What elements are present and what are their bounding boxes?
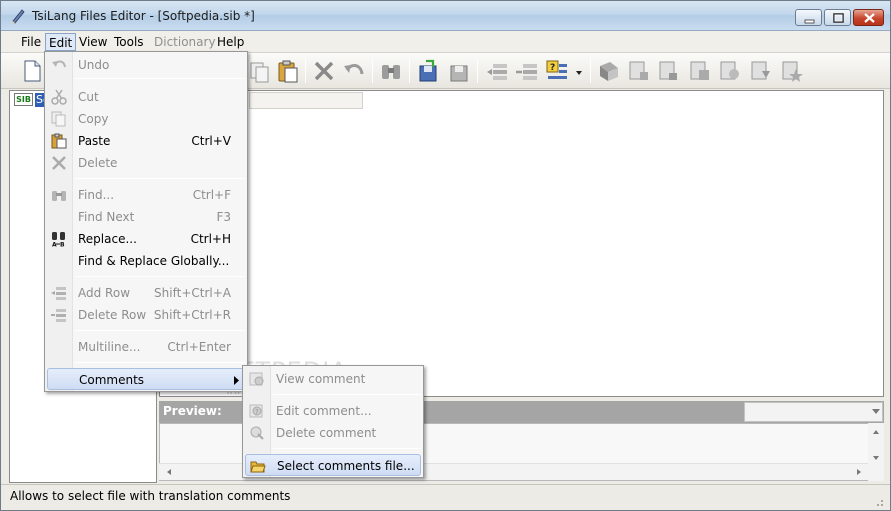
resize-grip-icon[interactable] <box>1 485 890 511</box>
preview-language-select[interactable] <box>744 402 883 422</box>
menu-bar: File Edit View Tools Dictionary Help <box>1 31 890 53</box>
edit-replace-item[interactable]: AB Replace... Ctrl+H <box>47 228 245 250</box>
delete-comment-icon <box>249 425 265 441</box>
paste-tool-icon[interactable] <box>275 58 301 84</box>
status-bar: Allows to select file with translation c… <box>1 484 890 510</box>
close-button[interactable] <box>853 9 884 26</box>
menu-tools[interactable]: Tools <box>111 33 147 51</box>
translate-tool-icon[interactable] <box>687 58 713 84</box>
menu-help[interactable]: Help <box>214 33 247 51</box>
restore-icon <box>833 13 844 23</box>
edit-paste-item[interactable]: Paste Ctrl+V <box>47 130 245 152</box>
paste-icon <box>51 133 67 149</box>
delete-icon <box>51 155 67 171</box>
download-tool-icon[interactable] <box>748 58 774 84</box>
tips-tool-icon[interactable] <box>717 58 743 84</box>
grid-column-header[interactable] <box>249 92 363 109</box>
close-icon <box>864 13 875 23</box>
window-title: TsiLang Files Editor - [Softpedia.sib *] <box>32 9 255 23</box>
minimize-button[interactable] <box>795 9 822 26</box>
save-tool-icon[interactable] <box>415 58 441 84</box>
menu-file[interactable]: File <box>18 33 44 51</box>
edit-add-row-item[interactable]: Add Row Shift+Ctrl+A <box>47 282 245 304</box>
highlight-tool-icon[interactable]: ? <box>544 58 570 84</box>
favorite-tool-icon[interactable] <box>779 58 805 84</box>
copy-icon <box>51 111 67 127</box>
menu-view[interactable]: View <box>76 33 110 51</box>
edit-comment-icon: ? <box>249 403 265 419</box>
edit-cut-item[interactable]: Cut <box>47 86 245 108</box>
menu-dictionary[interactable]: Dictionary <box>151 33 219 51</box>
delete-row-tool-icon[interactable] <box>514 58 540 84</box>
comments-edit-item[interactable]: ? Edit comment... <box>245 400 421 422</box>
dropdown-arrow-icon[interactable] <box>573 58 585 84</box>
add-row-icon <box>51 285 67 301</box>
comments-submenu: View comment ? Edit comment... Delete co… <box>242 365 424 478</box>
submenu-arrow-icon <box>234 374 240 388</box>
title-bar[interactable]: TsiLang Files Editor - [Softpedia.sib *] <box>1 1 890 31</box>
copy-tool-icon[interactable] <box>247 58 273 84</box>
sib-file-icon: SIB <box>14 93 33 106</box>
preview-label: Preview: <box>163 404 222 418</box>
import-tool-icon[interactable] <box>626 58 652 84</box>
save-as-tool-icon[interactable] <box>446 58 472 84</box>
comments-select-file-item[interactable]: Select comments file... <box>245 454 421 476</box>
find-icon <box>51 187 67 203</box>
undo-icon <box>51 57 67 73</box>
export-tool-icon[interactable] <box>656 58 682 84</box>
cut-icon <box>51 89 67 105</box>
minimize-icon <box>804 19 815 24</box>
edit-comments-item[interactable]: Comments <box>47 368 245 390</box>
edit-menu: Undo Cut Copy Paste Ctrl+V Delete Find..… <box>44 51 248 392</box>
app-pen-icon <box>10 8 26 24</box>
svg-text:?: ? <box>550 63 555 73</box>
add-row-tool-icon[interactable] <box>484 58 510 84</box>
comments-delete-item[interactable]: Delete comment <box>245 422 421 444</box>
replace-icon: AB <box>51 231 67 249</box>
menu-edit[interactable]: Edit <box>45 33 77 51</box>
svg-text:B: B <box>60 242 65 248</box>
vertical-scrollbar[interactable] <box>868 423 884 481</box>
view-comment-icon <box>249 371 265 387</box>
edit-delete-item[interactable]: Delete <box>47 152 245 174</box>
edit-find-item[interactable]: Find... Ctrl+F <box>47 184 245 206</box>
edit-delete-row-item[interactable]: Delete Row Shift+Ctrl+R <box>47 304 245 326</box>
folder-icon <box>250 458 266 474</box>
vscroll-arrows-icon <box>873 430 879 460</box>
edit-undo-item[interactable]: Undo <box>47 54 245 76</box>
dictionary-tool-icon[interactable] <box>596 58 622 84</box>
edit-find-replace-globally-item[interactable]: Find & Replace Globally... <box>47 250 245 272</box>
delete-row-icon <box>51 307 67 323</box>
translation-grid[interactable] <box>159 90 884 397</box>
svg-text:?: ? <box>255 408 259 416</box>
edit-copy-item[interactable]: Copy <box>47 108 245 130</box>
delete-tool-icon[interactable] <box>311 58 337 84</box>
chevron-down-icon <box>872 409 880 414</box>
new-file-icon[interactable] <box>19 58 45 84</box>
maximize-button[interactable] <box>824 9 851 26</box>
comments-view-item[interactable]: View comment <box>245 368 421 390</box>
undo-tool-icon[interactable] <box>341 58 367 84</box>
edit-find-next-item[interactable]: Find Next F3 <box>47 206 245 228</box>
find-tool-icon[interactable] <box>378 58 404 84</box>
edit-multiline-item[interactable]: Multiline... Ctrl+Enter <box>47 336 245 358</box>
